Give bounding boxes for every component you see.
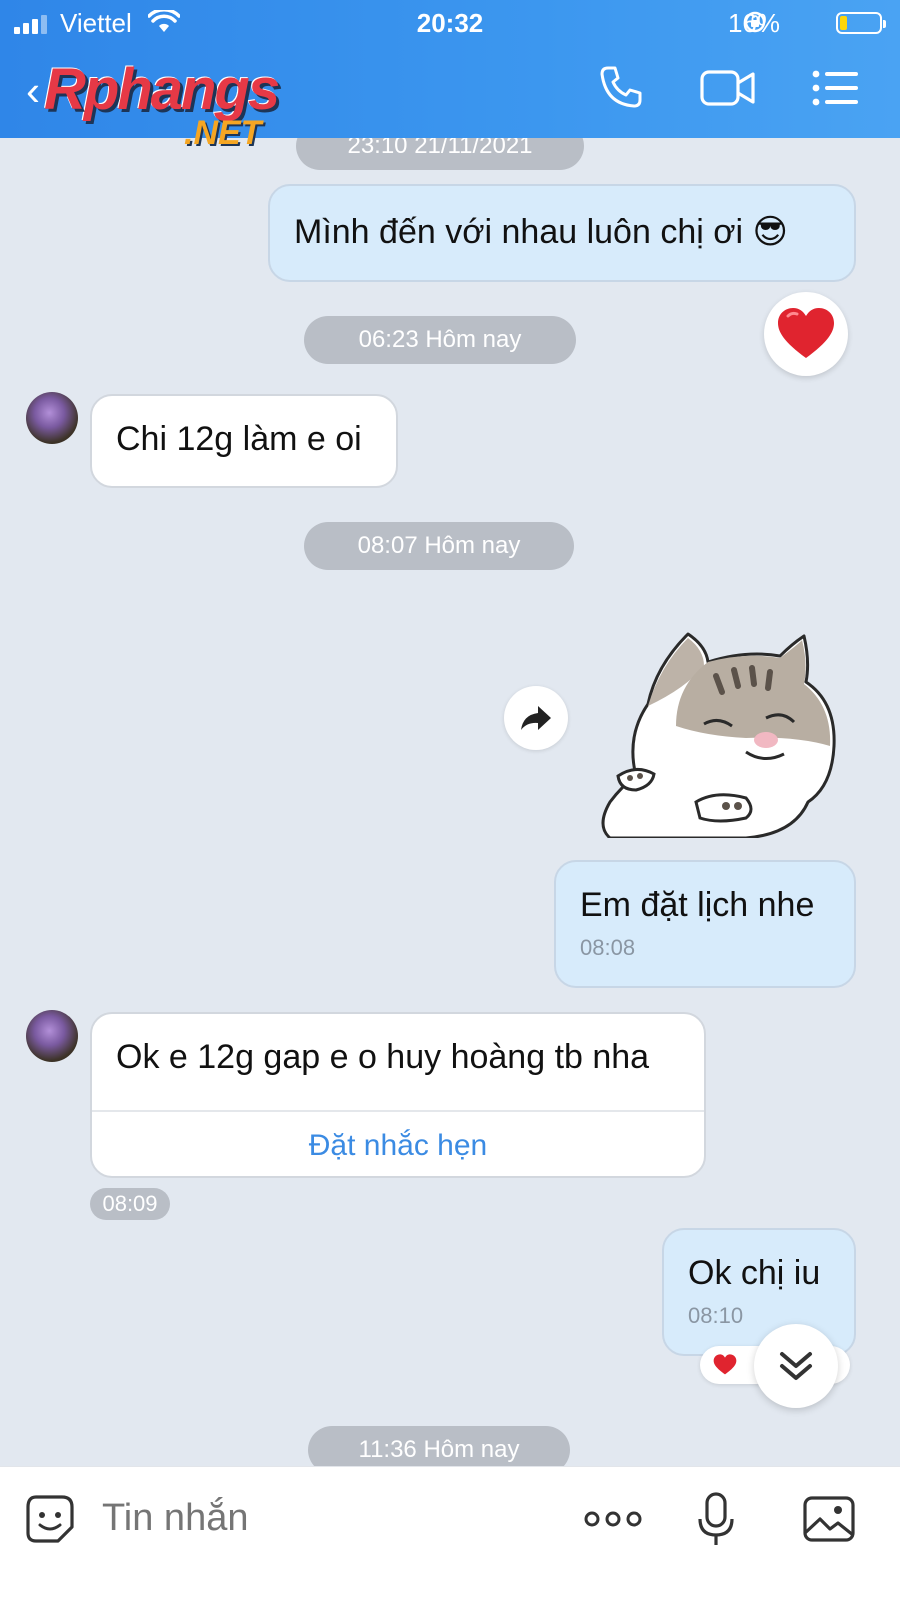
message-bubble-out[interactable]: Em đặt lịch nhe 08:08 [554,860,856,988]
phone-icon[interactable] [598,64,644,110]
menu-list-icon[interactable] [812,70,858,106]
message-bubble-out[interactable]: Mình đến với nhau luôn chị ơi 😎 [268,184,856,282]
heart-icon [713,1354,737,1375]
heart-icon [778,308,834,358]
cat-sticker[interactable] [596,626,846,838]
message-text: Mình đến với nhau luôn chị ơi [294,213,744,251]
message-text: Ok chị iu [688,1254,821,1292]
sticker-icon[interactable] [24,1493,76,1545]
share-arrow-icon [521,706,551,730]
message-text: Ok e 12g gap e o huy hoàng tb nha [116,1038,650,1076]
double-chevron-down-icon [780,1352,812,1380]
message-time: 08:09 [90,1188,170,1220]
status-bar: Viettel 20:32 16% [0,0,900,46]
battery-icon [836,12,886,34]
date-separator: 08:07 Hôm nay [304,522,574,570]
message-input-bar [0,1466,900,1601]
heart-reaction-button[interactable] [764,292,848,376]
more-icon[interactable] [584,1507,642,1531]
scroll-to-bottom-button[interactable] [754,1324,838,1408]
set-reminder-button[interactable]: Đặt nhắc hẹn [92,1110,704,1180]
avatar[interactable] [26,392,78,444]
watermark-logo: Rphangs .NET [44,56,324,156]
image-icon[interactable] [802,1495,856,1543]
logo-sub-text: .NET [184,114,262,152]
chat-header: Viettel 20:32 16% ‹ Rphangs .NET [0,0,900,152]
message-bubble-in[interactable]: Chi 12g làm e oi [90,394,398,488]
microphone-icon[interactable] [696,1491,736,1549]
logo-main-text: Rphangs [44,57,280,122]
message-text: Chi 12g làm e oi [116,420,362,458]
battery-percent: 16% [727,8,780,38]
avatar[interactable] [26,1010,78,1062]
message-text: Em đặt lịch nhe [580,886,815,924]
sunglasses-emoji-icon: 😎 [752,212,788,252]
date-separator: 06:23 Hôm nay [304,316,576,364]
chevron-left-icon[interactable]: ‹ [26,70,40,112]
message-time: 08:08 [580,935,636,960]
message-input[interactable] [102,1497,542,1540]
video-icon[interactable] [700,68,756,108]
forward-button[interactable] [504,686,568,750]
message-bubble-in[interactable]: Ok e 12g gap e o huy hoàng tb nha Đặt nh… [90,1012,706,1178]
